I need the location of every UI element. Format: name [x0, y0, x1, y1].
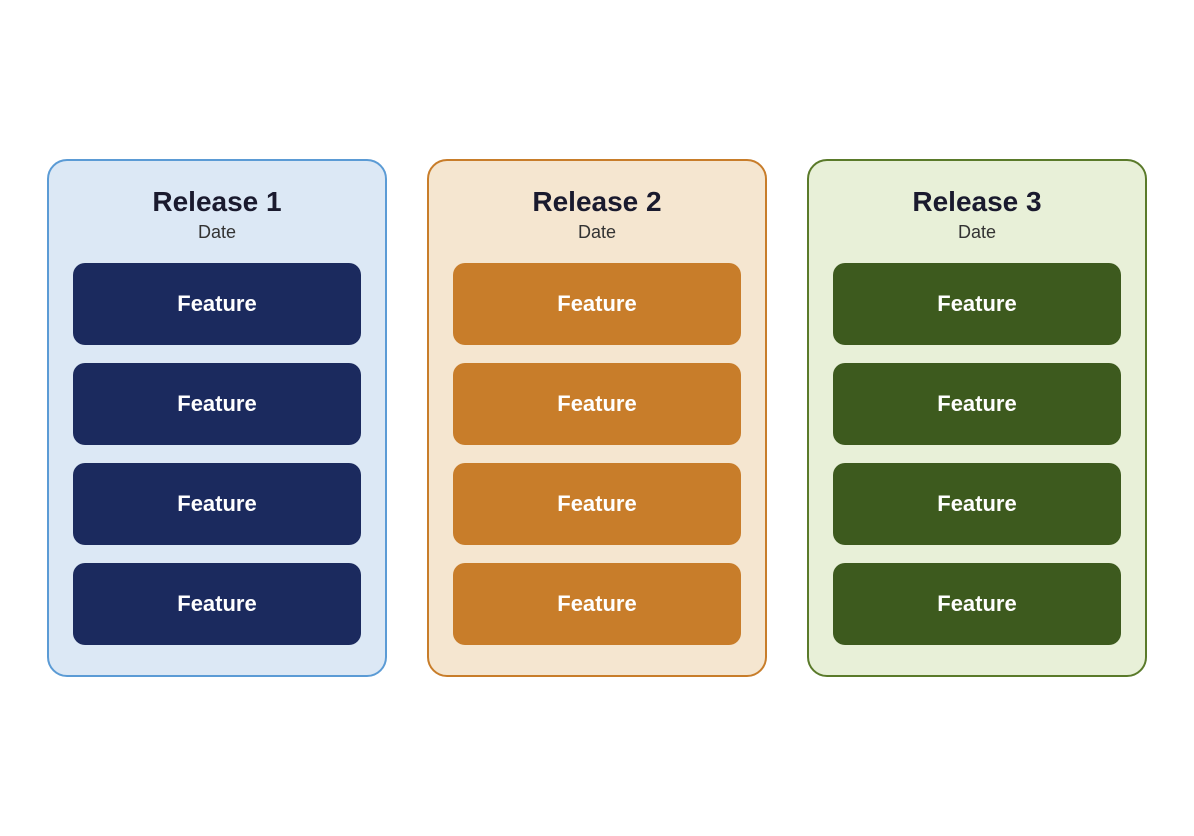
- release-header-2: Release 2 Date: [453, 185, 741, 244]
- feature-card-r2-f4[interactable]: Feature: [453, 563, 741, 645]
- feature-card-r3-f1[interactable]: Feature: [833, 263, 1121, 345]
- feature-list-3: Feature Feature Feature Feature: [833, 263, 1121, 645]
- release-title-1: Release 1: [73, 185, 361, 219]
- feature-label-r1-f2: Feature: [177, 391, 256, 417]
- feature-card-r3-f2[interactable]: Feature: [833, 363, 1121, 445]
- feature-label-r3-f2: Feature: [937, 391, 1016, 417]
- feature-label-r1-f3: Feature: [177, 491, 256, 517]
- releases-container: Release 1DateFeatureFeatureFeatureFeatur…: [17, 129, 1177, 708]
- release-column-2: Release 2DateFeatureFeatureFeatureFeatur…: [427, 159, 767, 678]
- feature-card-r3-f3[interactable]: Feature: [833, 463, 1121, 545]
- feature-card-r2-f1[interactable]: Feature: [453, 263, 741, 345]
- release-header-3: Release 3 Date: [833, 185, 1121, 244]
- feature-label-r1-f4: Feature: [177, 591, 256, 617]
- release-date-3: Date: [833, 222, 1121, 243]
- feature-card-r3-f4[interactable]: Feature: [833, 563, 1121, 645]
- feature-label-r3-f1: Feature: [937, 291, 1016, 317]
- feature-label-r2-f4: Feature: [557, 591, 636, 617]
- feature-card-r2-f3[interactable]: Feature: [453, 463, 741, 545]
- release-title-3: Release 3: [833, 185, 1121, 219]
- release-column-3: Release 3DateFeatureFeatureFeatureFeatur…: [807, 159, 1147, 678]
- feature-card-r1-f3[interactable]: Feature: [73, 463, 361, 545]
- feature-list-2: Feature Feature Feature Feature: [453, 263, 741, 645]
- release-title-2: Release 2: [453, 185, 741, 219]
- feature-list-1: Feature Feature Feature Feature: [73, 263, 361, 645]
- feature-card-r1-f4[interactable]: Feature: [73, 563, 361, 645]
- release-header-1: Release 1 Date: [73, 185, 361, 244]
- feature-card-r1-f1[interactable]: Feature: [73, 263, 361, 345]
- feature-label-r1-f1: Feature: [177, 291, 256, 317]
- feature-label-r3-f3: Feature: [937, 491, 1016, 517]
- feature-card-r1-f2[interactable]: Feature: [73, 363, 361, 445]
- release-date-1: Date: [73, 222, 361, 243]
- release-date-2: Date: [453, 222, 741, 243]
- release-column-1: Release 1DateFeatureFeatureFeatureFeatur…: [47, 159, 387, 678]
- feature-label-r3-f4: Feature: [937, 591, 1016, 617]
- feature-label-r2-f2: Feature: [557, 391, 636, 417]
- feature-label-r2-f1: Feature: [557, 291, 636, 317]
- feature-label-r2-f3: Feature: [557, 491, 636, 517]
- feature-card-r2-f2[interactable]: Feature: [453, 363, 741, 445]
